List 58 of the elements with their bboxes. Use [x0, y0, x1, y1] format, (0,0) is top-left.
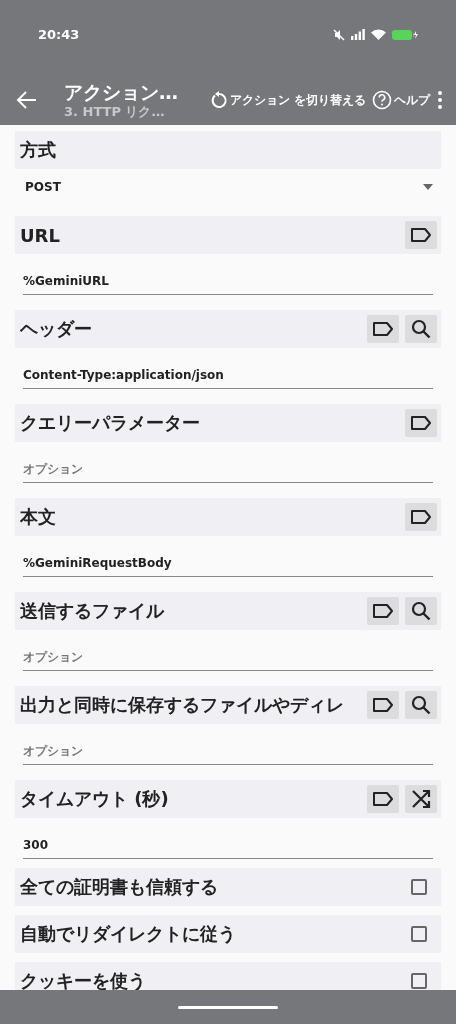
home-indicator[interactable]	[178, 1005, 278, 1009]
input-field[interactable]: %GeminiURL	[23, 267, 433, 295]
input-field[interactable]: オプション	[23, 737, 433, 765]
battery-icon	[392, 28, 418, 41]
checkbox[interactable]	[411, 879, 427, 895]
tag-button[interactable]	[367, 691, 399, 719]
tag-icon	[372, 697, 394, 713]
tag-icon	[372, 321, 394, 337]
tag-icon	[410, 227, 432, 243]
tag-button[interactable]	[405, 409, 437, 437]
wifi-icon	[371, 29, 386, 40]
section-label: 方式	[20, 138, 57, 162]
section-label: 本文	[20, 505, 57, 529]
search-button[interactable]	[405, 597, 437, 625]
input-field[interactable]: Content-Type:application/json	[23, 361, 433, 389]
section-label: 出力と同時に保存するファイルやディレ	[20, 693, 345, 717]
tag-icon	[372, 603, 394, 619]
shuffle-button[interactable]	[405, 785, 437, 813]
section-label: ヘッダー	[20, 317, 93, 341]
search-icon	[411, 695, 431, 715]
method-dropdown[interactable]: POST	[25, 173, 433, 201]
more-icon	[436, 90, 444, 110]
section-label: クエリーパラメーター	[20, 411, 201, 435]
input-field[interactable]: オプション	[23, 643, 433, 671]
checkbox[interactable]	[411, 926, 427, 942]
screen-title: アクション…	[64, 80, 179, 104]
status-time: 20:43	[38, 27, 81, 42]
search-icon	[411, 601, 431, 621]
search-button[interactable]	[405, 315, 437, 343]
section-label: 全ての証明書も信頼する	[20, 875, 219, 899]
section-label: 自動でリダイレクトに従う	[20, 922, 237, 946]
search-button[interactable]	[405, 691, 437, 719]
tag-button[interactable]	[367, 315, 399, 343]
tag-button[interactable]	[405, 221, 437, 249]
dropdown-caret-icon	[423, 184, 433, 190]
back-arrow-icon[interactable]	[16, 89, 38, 111]
shuffle-icon	[411, 789, 431, 809]
input-field[interactable]: 300	[23, 831, 433, 859]
tag-icon	[410, 509, 432, 525]
screen-subtitle: 3. HTTP リク…	[64, 104, 166, 120]
tag-button[interactable]	[367, 597, 399, 625]
input-field[interactable]: オプション	[23, 455, 433, 483]
rotate-icon	[209, 91, 228, 109]
switch-action-button[interactable]: アクション を切り替える	[207, 89, 368, 111]
section-label: タイムアウト (秒)	[20, 787, 170, 811]
input-field[interactable]: %GeminiRequestBody	[23, 549, 433, 577]
help-icon	[372, 90, 392, 110]
tag-icon	[372, 791, 394, 807]
section-label: URL	[20, 224, 61, 246]
section-label: 送信するファイル	[20, 599, 166, 623]
search-icon	[411, 319, 431, 339]
tag-button[interactable]	[367, 785, 399, 813]
tag-icon	[410, 415, 432, 431]
help-button[interactable]: ヘルプ	[370, 88, 432, 112]
section-label: クッキーを使う	[20, 969, 147, 990]
signal-icon	[351, 29, 365, 40]
tag-button[interactable]	[405, 503, 437, 531]
mute-icon	[333, 28, 345, 41]
